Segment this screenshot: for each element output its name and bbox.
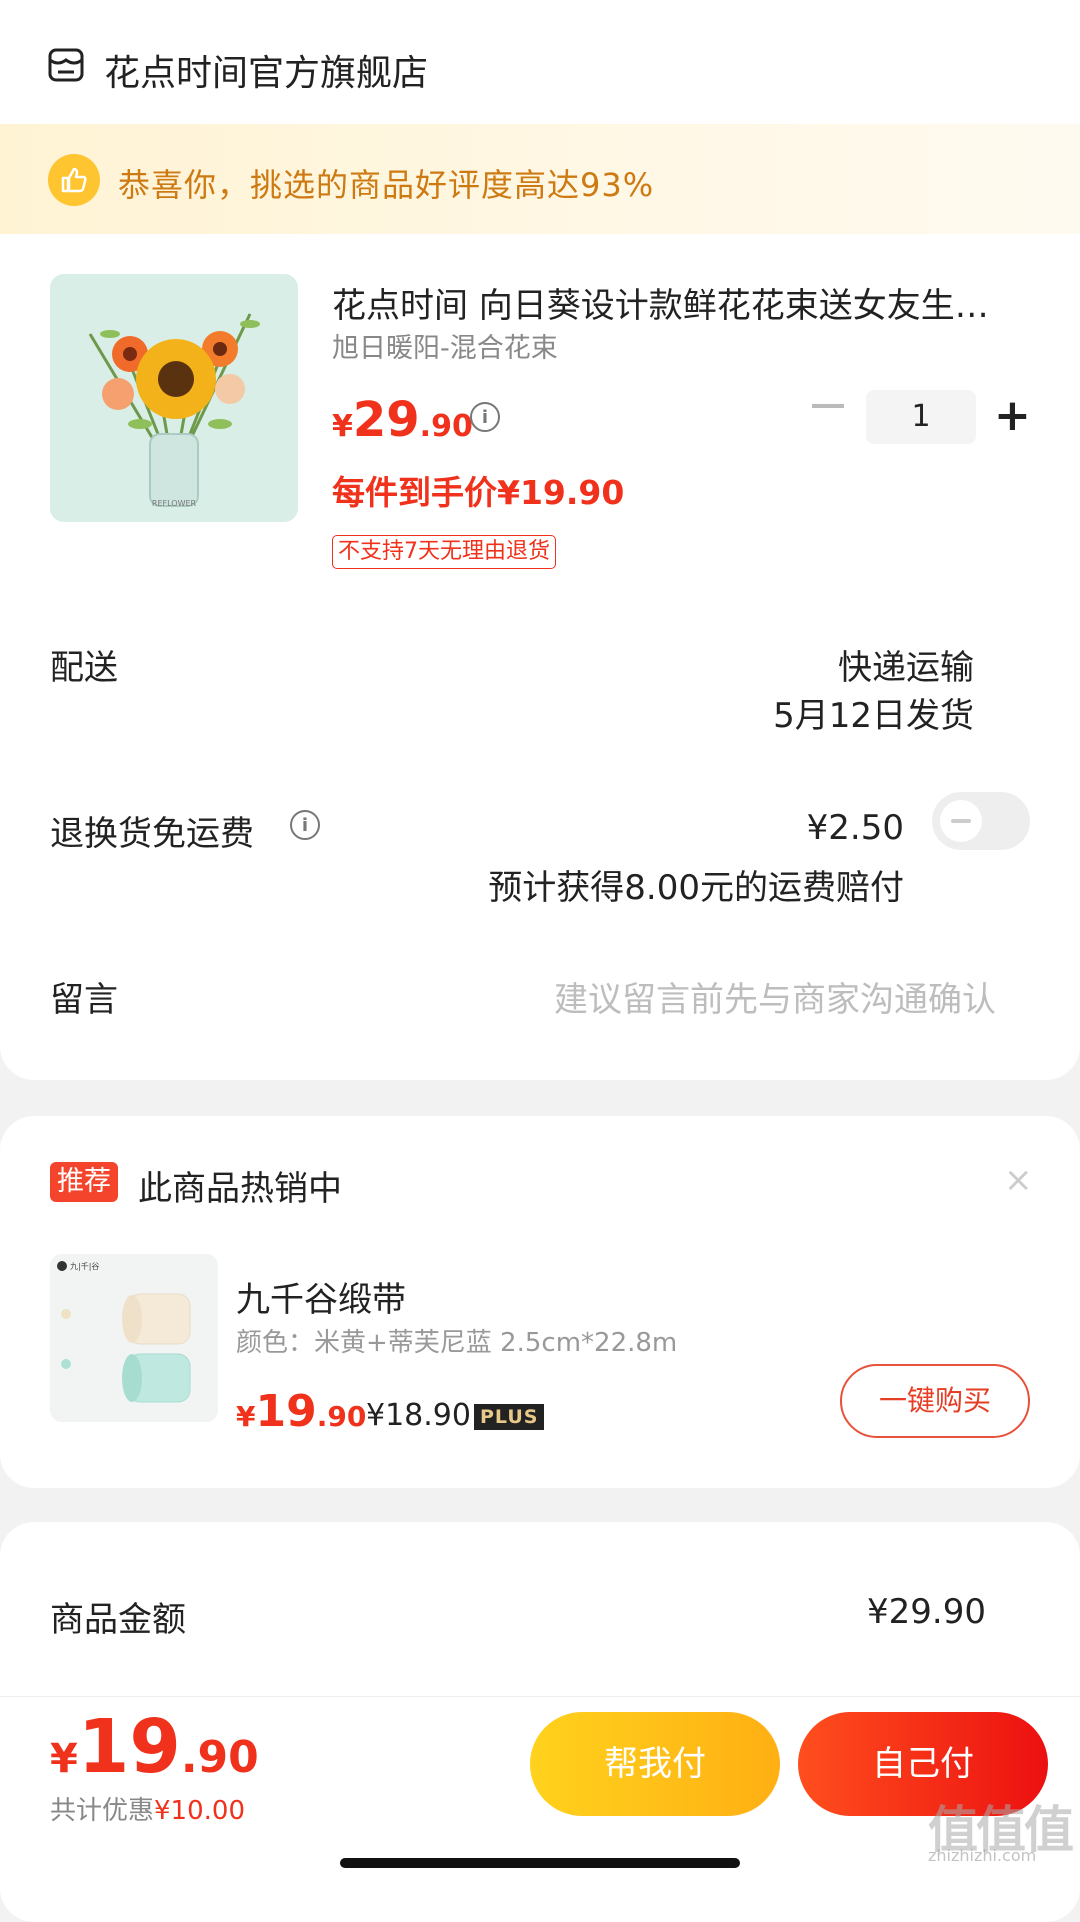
return-insurance-toggle[interactable] bbox=[932, 792, 1030, 850]
message-input[interactable]: 建议留言前先与商家沟通确认 bbox=[480, 972, 996, 1021]
delivery-label: 配送 bbox=[50, 648, 118, 688]
deal-price: 每件到手价¥19.90 bbox=[332, 473, 625, 512]
ship-date: 5月12日发货 bbox=[773, 696, 974, 736]
svg-text:九|千|谷: 九|千|谷 bbox=[70, 1261, 99, 1271]
product-title[interactable]: 花点时间 向日葵设计款鲜花花束送女友生… bbox=[332, 278, 1032, 327]
total-price: ¥19.90 bbox=[50, 1704, 259, 1790]
one-click-buy-button[interactable]: 一键购买 bbox=[840, 1364, 1030, 1438]
quantity-decrease-button[interactable] bbox=[812, 404, 844, 408]
return-insurance-price: ¥2.50 bbox=[806, 808, 904, 848]
order-card: 花点时间官方旗舰店 恭喜你，挑选的商品好评度高达93% REFLOWER 花点时… bbox=[0, 0, 1080, 1080]
return-insurance-label: 退换货免运费 bbox=[50, 814, 254, 854]
product-price: ¥29.90 bbox=[332, 392, 473, 448]
close-icon[interactable]: × bbox=[1004, 1160, 1033, 1200]
recommend-title: 此商品热销中 bbox=[138, 1169, 342, 1209]
help-pay-button[interactable]: 帮我付 bbox=[530, 1712, 780, 1816]
recommend-item-name[interactable]: 九千谷缎带 bbox=[236, 1272, 406, 1321]
recommend-badge: 推荐 bbox=[50, 1162, 118, 1202]
home-indicator[interactable] bbox=[340, 1858, 740, 1868]
message-label: 留言 bbox=[50, 980, 118, 1020]
svg-text:REFLOWER: REFLOWER bbox=[152, 499, 197, 508]
watermark-url: zhizhizhi.com bbox=[928, 1846, 1037, 1865]
return-insurance-info-icon[interactable]: i bbox=[290, 810, 320, 840]
recommend-item-spec: 颜色：米黄+蒂芙尼蓝 2.5cm*22.8m bbox=[236, 1328, 678, 1358]
product-image[interactable]: REFLOWER bbox=[50, 274, 298, 522]
shop-name[interactable]: 花点时间官方旗舰店 bbox=[104, 44, 428, 96]
plus-member-price: ¥18.90 bbox=[366, 1398, 471, 1433]
subtotal-value: ¥29.90 bbox=[867, 1592, 986, 1632]
toggle-knob bbox=[940, 800, 982, 842]
price-info-icon[interactable]: i bbox=[470, 402, 500, 432]
thumbs-up-icon bbox=[48, 154, 100, 206]
total-discount: 共计优惠¥10.00 bbox=[50, 1796, 245, 1826]
return-insurance-note: 预计获得8.00元的运费赔付 bbox=[488, 868, 904, 908]
return-policy-tag: 不支持7天无理由退货 bbox=[332, 535, 556, 569]
recommend-item-image[interactable]: 九|千|谷 bbox=[50, 1254, 218, 1422]
subtotal-label: 商品金额 bbox=[50, 1600, 186, 1640]
plus-badge: PLUS bbox=[474, 1404, 545, 1430]
recommend-item-price: ¥19.90 bbox=[236, 1386, 367, 1437]
rating-banner-text: 恭喜你，挑选的商品好评度高达93% bbox=[118, 166, 655, 204]
quantity-increase-button[interactable]: + bbox=[994, 394, 1031, 438]
delivery-method[interactable]: 快递运输 bbox=[680, 640, 974, 689]
product-variant[interactable]: 旭日暖阳-混合花束 bbox=[332, 326, 558, 365]
quantity-input[interactable]: 1 bbox=[866, 390, 976, 444]
shop-icon bbox=[48, 48, 84, 82]
